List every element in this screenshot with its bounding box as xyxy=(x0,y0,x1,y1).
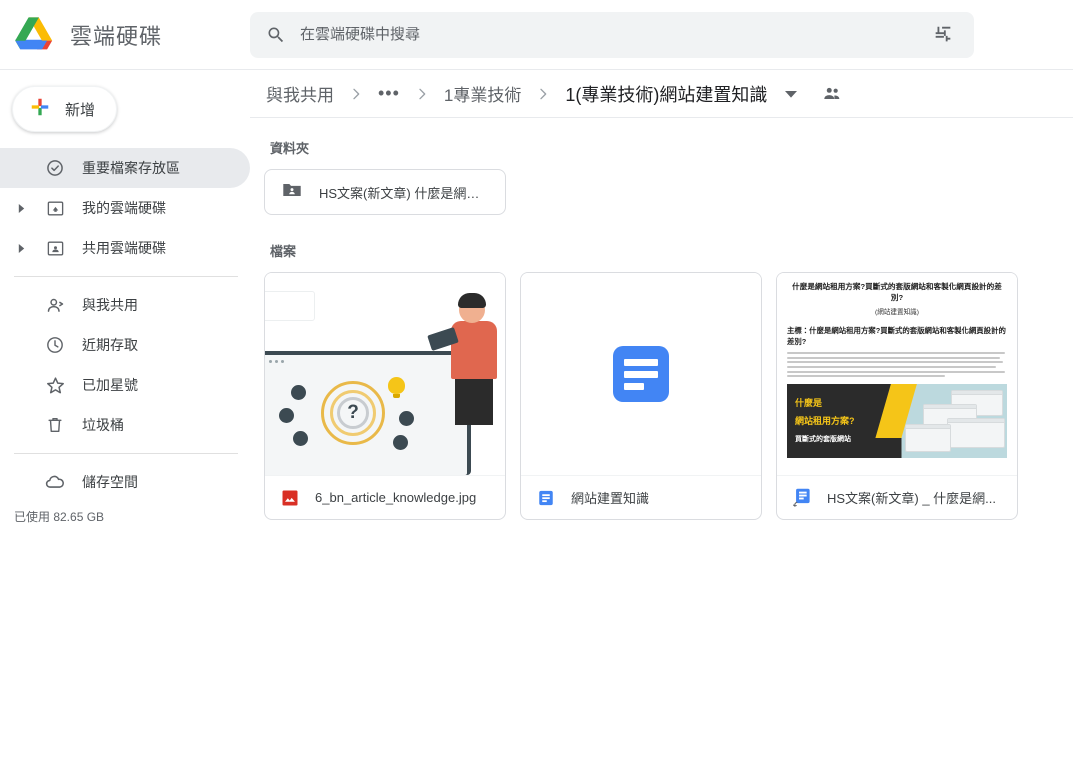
file-card[interactable]: 網站建置知識 xyxy=(520,272,762,520)
body: 新增 重要檔案存放區 我的雲端硬碟 共用雲端硬碟 與我共用 近期存取 已加星號 … xyxy=(0,70,1073,763)
folder-name: HS文案(新文章) 什麼是網站... xyxy=(319,185,489,201)
sidebar-item-storage[interactable]: 儲存空間 xyxy=(0,462,250,502)
files-section-title: 檔案 xyxy=(270,244,297,259)
file-thumbnail xyxy=(521,273,761,475)
sidebar-divider-2 xyxy=(14,453,238,454)
file-card-footer: HS文案(新文章) _ 什麼是網... xyxy=(777,475,1017,519)
new-button[interactable]: 新增 xyxy=(12,86,117,132)
breadcrumb-overflow-button[interactable]: ••• xyxy=(372,83,406,104)
sidebar-item-label: 與我共用 xyxy=(82,297,138,313)
preview-subtitle: (網站建置知識) xyxy=(875,309,919,316)
search-input[interactable] xyxy=(300,26,914,43)
chevron-right-icon xyxy=(412,86,432,102)
sidebar: 新增 重要檔案存放區 我的雲端硬碟 共用雲端硬碟 與我共用 近期存取 已加星號 … xyxy=(0,70,250,763)
sidebar-item-label: 已加星號 xyxy=(82,377,138,393)
sidebar-item-label: 我的雲端硬碟 xyxy=(82,200,166,216)
breadcrumb-root[interactable]: 與我共用 xyxy=(260,77,340,110)
search-bar[interactable] xyxy=(250,11,974,58)
preview-heading: 主標：什麼是網站租用方案?買斷式的套版網站和客製化網頁設計的差別? xyxy=(787,326,1006,347)
sidebar-item-label: 儲存空間 xyxy=(82,474,138,490)
top-bar: 雲端硬碟 xyxy=(0,0,1073,70)
sidebar-item-label: 近期存取 xyxy=(82,337,138,353)
storage-used-text: 已使用 82.65 GB xyxy=(14,510,105,524)
preview-banner: 什麼是 網站租用方案? 買斷式的套版網站 xyxy=(787,384,1007,459)
document-preview-thumbnail: 什麼是網站租用方案?買斷式的套版網站和客製化網頁設計的差別? (網站建置知識) … xyxy=(777,273,1017,475)
sidebar-item-my-drive[interactable]: 我的雲端硬碟 xyxy=(0,188,250,228)
folders-section-title: 資料夾 xyxy=(270,141,310,156)
cloud-icon xyxy=(44,471,66,493)
sidebar-item-starred[interactable]: 已加星號 xyxy=(0,365,250,405)
sidebar-item-shared-drives[interactable]: 共用雲端硬碟 xyxy=(0,228,250,268)
preview-title: 什麼是網站租用方案?買斷式的套版網站和客製化網頁設計的差別? xyxy=(792,282,1002,302)
people-shared-icon[interactable] xyxy=(809,83,843,105)
sidebar-divider-1 xyxy=(14,276,238,277)
sidebar-item-shared-with-me[interactable]: 與我共用 xyxy=(0,285,250,325)
file-card[interactable]: ? 6_bn_article_knowledge.jpg xyxy=(264,272,506,520)
main-area: 與我共用 ••• 1專業技術 1(專業技術)網站建置知識 資料夾 HS文案(新文… xyxy=(250,70,1073,763)
google-docs-icon-large xyxy=(613,346,669,402)
shared-drive-icon xyxy=(44,239,66,258)
chevron-down-icon[interactable] xyxy=(779,88,803,100)
trash-icon xyxy=(44,415,66,435)
illustration-thumbnail: ? xyxy=(265,273,505,475)
my-drive-icon xyxy=(44,199,66,218)
folder-card[interactable]: HS文案(新文章) 什麼是網站... xyxy=(264,169,506,215)
file-name: HS文案(新文章) _ 什麼是網... xyxy=(827,491,997,506)
check-circle-icon xyxy=(44,158,66,178)
sidebar-item-label: 重要檔案存放區 xyxy=(82,160,180,176)
sidebar-item-priority[interactable]: 重要檔案存放區 xyxy=(0,148,250,188)
preview-body-lines xyxy=(787,352,1007,378)
people-icon xyxy=(44,295,66,316)
breadcrumb-parent[interactable]: 1專業技術 xyxy=(438,77,527,110)
file-name: 網站建置知識 xyxy=(571,491,650,506)
brand[interactable]: 雲端硬碟 xyxy=(0,16,250,53)
image-file-icon xyxy=(279,488,301,508)
sidebar-item-label: 共用雲端硬碟 xyxy=(82,240,166,256)
search-icon xyxy=(266,25,286,45)
chevron-right-icon xyxy=(533,86,553,102)
content-area: 資料夾 HS文案(新文章) 什麼是網站... 檔案 ? 6_bn_article… xyxy=(250,118,1073,763)
preview-banner-line1: 什麼是 xyxy=(795,398,823,409)
expand-caret-icon[interactable] xyxy=(14,203,28,213)
folder-grid: HS文案(新文章) 什麼是網站... xyxy=(264,169,1053,215)
file-card-footer: 網站建置知識 xyxy=(521,475,761,519)
file-thumbnail: 什麼是網站租用方案?買斷式的套版網站和客製化網頁設計的差別? (網站建置知識) … xyxy=(777,273,1017,475)
google-drive-logo xyxy=(14,16,54,53)
breadcrumb: 與我共用 ••• 1專業技術 1(專業技術)網站建置知識 xyxy=(250,70,1073,118)
chevron-right-icon xyxy=(346,86,366,102)
drive-app: 雲端硬碟 在雲端硬碟中搜尋 新增 重要檔案存放區 我的雲端硬碟 共用雲端硬碟 與… xyxy=(0,0,1073,763)
shared-folder-icon xyxy=(281,179,303,206)
search-options-button[interactable] xyxy=(928,20,958,50)
preview-banner-line3: 買斷式的套版網站 xyxy=(795,436,851,444)
search-area xyxy=(250,11,1073,58)
plus-icon xyxy=(29,96,51,122)
file-name: 6_bn_article_knowledge.jpg xyxy=(315,490,477,505)
preview-banner-line2: 網站租用方案? xyxy=(795,416,855,427)
sidebar-item-recent[interactable]: 近期存取 xyxy=(0,325,250,365)
sidebar-nav: 重要檔案存放區 我的雲端硬碟 共用雲端硬碟 與我共用 近期存取 已加星號 垃圾桶… xyxy=(0,148,250,525)
breadcrumb-current[interactable]: 1(專業技術)網站建置知識 xyxy=(559,77,773,111)
google-docs-icon xyxy=(535,489,557,507)
file-grid: ? 6_bn_article_knowledge.jpg 網站建置知識 什麼是網… xyxy=(264,272,1053,520)
google-docs-shortcut-icon xyxy=(791,487,813,509)
star-icon xyxy=(44,375,66,396)
brand-title: 雲端硬碟 xyxy=(70,23,163,49)
new-button-label: 新增 xyxy=(65,101,96,119)
file-card[interactable]: 什麼是網站租用方案?買斷式的套版網站和客製化網頁設計的差別? (網站建置知識) … xyxy=(776,272,1018,520)
sidebar-item-trash[interactable]: 垃圾桶 xyxy=(0,405,250,445)
file-card-footer: 6_bn_article_knowledge.jpg xyxy=(265,475,505,519)
sidebar-item-label: 垃圾桶 xyxy=(82,417,124,433)
file-thumbnail: ? xyxy=(265,273,505,475)
expand-caret-icon[interactable] xyxy=(14,243,28,253)
clock-icon xyxy=(44,335,66,355)
